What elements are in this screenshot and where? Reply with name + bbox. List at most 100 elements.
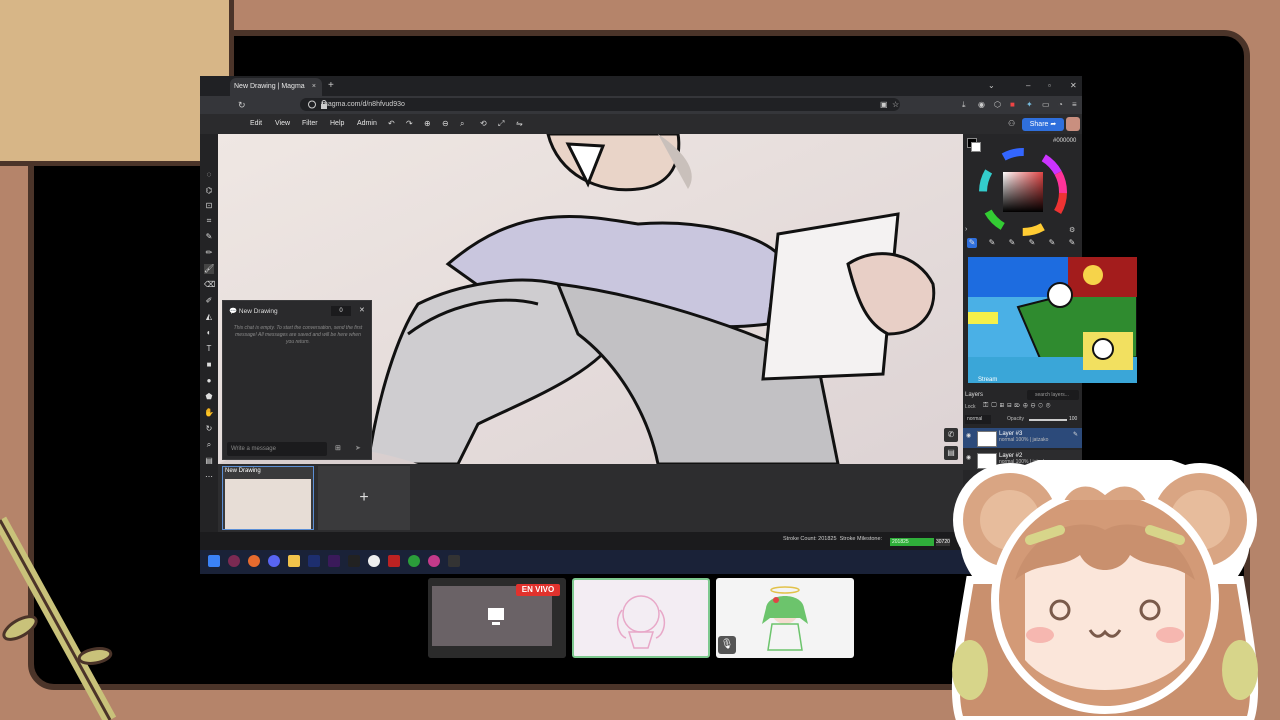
- site-info-icon[interactable]: [308, 100, 316, 109]
- layers-search-input[interactable]: search layers...: [1027, 390, 1079, 400]
- firefox-icon[interactable]: [248, 555, 260, 567]
- ellipse-icon[interactable]: ●: [204, 376, 214, 386]
- smudge-icon[interactable]: ✐: [204, 296, 214, 306]
- translate-icon[interactable]: ▣: [880, 96, 888, 114]
- extension-red-icon[interactable]: ■: [1010, 96, 1015, 114]
- brush-preset-3[interactable]: ✎: [1007, 238, 1017, 248]
- brush-preset-4[interactable]: ✎: [1027, 238, 1037, 248]
- close-chat-icon[interactable]: ✕: [359, 306, 365, 314]
- eraser-icon[interactable]: ⌫: [204, 280, 215, 290]
- fullscreen-icon[interactable]: ⤢: [498, 114, 504, 134]
- extension-blue-icon[interactable]: ✦: [1026, 96, 1033, 114]
- expand-icon[interactable]: ›: [965, 226, 967, 233]
- tab-search-icon[interactable]: ⌄: [988, 78, 995, 94]
- brush-preset-2[interactable]: ✎: [987, 238, 997, 248]
- color-wheel[interactable]: [979, 148, 1067, 236]
- browser-tab[interactable]: New Drawing | Magma ×: [230, 78, 322, 96]
- add-user-icon[interactable]: ⚇: [1008, 114, 1015, 134]
- photoshop-icon[interactable]: [308, 555, 320, 567]
- eyedropper-icon[interactable]: ✎: [204, 232, 214, 242]
- crop-icon[interactable]: ⌗: [204, 216, 214, 226]
- zoom-fit-icon[interactable]: ⌕: [460, 114, 464, 134]
- chat-count-badge: 0: [331, 306, 351, 316]
- layer-tools[interactable]: ⚿▢⊞⊟⌦⊕⊖⊙⊚: [983, 402, 1053, 410]
- chat-icon[interactable]: ▤: [204, 456, 214, 466]
- blend-mode-select[interactable]: normal: [965, 415, 991, 424]
- opacity-value[interactable]: 100: [1069, 416, 1077, 422]
- brush-preset-5[interactable]: ✎: [1047, 238, 1057, 248]
- account-icon[interactable]: ◉: [978, 96, 985, 114]
- hand-icon[interactable]: ✋: [204, 408, 214, 418]
- extensions-icon[interactable]: ⬡: [994, 96, 1001, 114]
- select-icon[interactable]: ⌬: [204, 186, 214, 196]
- color-settings-icon[interactable]: ⚙: [1069, 226, 1075, 234]
- visibility-eye-icon[interactable]: ◉: [966, 432, 971, 439]
- lock-label: Lock: [965, 404, 976, 410]
- phone-icon[interactable]: ✆: [944, 428, 958, 442]
- zoom-icon[interactable]: ⌕: [204, 440, 214, 450]
- spotify-icon[interactable]: [408, 555, 420, 567]
- brush-icon[interactable]: 🖌: [204, 264, 214, 274]
- fill-icon[interactable]: ◭: [204, 312, 214, 322]
- rotate-left-icon[interactable]: ⟲: [480, 114, 487, 134]
- lasso-icon[interactable]: ◌: [204, 170, 214, 180]
- brush-preset-1[interactable]: ✎: [967, 238, 977, 248]
- send-icon[interactable]: ➤: [355, 444, 361, 452]
- menu-help[interactable]: Help: [330, 114, 344, 134]
- discord-icon[interactable]: [268, 555, 280, 567]
- transform-icon[interactable]: ⊡: [204, 201, 214, 211]
- browser-menu-icon[interactable]: ≡: [1072, 96, 1077, 114]
- reload-icon[interactable]: ↻: [238, 96, 246, 114]
- rectangle-icon[interactable]: ■: [204, 360, 214, 370]
- bookmark-star-icon[interactable]: ☆: [892, 96, 899, 114]
- menu-filter[interactable]: Filter: [302, 114, 318, 134]
- new-tab-button[interactable]: +: [328, 78, 334, 94]
- muted-mic-icon[interactable]: 🎙: [718, 636, 736, 654]
- add-drawing-button[interactable]: +: [318, 466, 410, 530]
- flip-icon[interactable]: ⇋: [516, 114, 523, 134]
- drawing-thumbnail[interactable]: New Drawing: [222, 466, 314, 530]
- file-explorer-icon[interactable]: [288, 555, 300, 567]
- redo-icon[interactable]: ↷: [406, 114, 413, 134]
- gradient-icon[interactable]: ◐: [204, 328, 214, 338]
- maximize-button[interactable]: ▫: [1048, 78, 1051, 94]
- text-icon[interactable]: T: [204, 344, 214, 354]
- browser-icon[interactable]: [428, 555, 440, 567]
- emoji-icon[interactable]: ⊞: [335, 444, 341, 452]
- download-icon[interactable]: ⤓: [962, 96, 966, 114]
- menu-edit[interactable]: Edit: [250, 114, 262, 134]
- hex-value[interactable]: #000000: [1053, 138, 1076, 144]
- vpn-icon[interactable]: [388, 555, 400, 567]
- layer-row[interactable]: ◉ Layer #3 normal 100% | jatzako ✎: [963, 428, 1082, 448]
- chat-input[interactable]: Write a message: [227, 442, 327, 456]
- more-icon[interactable]: ⋯: [204, 472, 214, 482]
- pencil-icon[interactable]: ✏: [204, 248, 214, 258]
- share-button[interactable]: Share ➦: [1022, 118, 1064, 131]
- profile-icon[interactable]: ◔: [1058, 96, 1063, 114]
- shape-icon[interactable]: ⬟: [204, 392, 214, 402]
- brush-preset-6[interactable]: ✎: [1067, 238, 1077, 248]
- opera-icon[interactable]: [228, 555, 240, 567]
- user-avatar[interactable]: [1066, 117, 1080, 131]
- rotate-icon[interactable]: ↻: [204, 424, 214, 434]
- camera-feed-drawing[interactable]: [572, 578, 710, 658]
- obs-icon[interactable]: [348, 555, 360, 567]
- message-icon[interactable]: ▤: [944, 446, 958, 460]
- opacity-slider[interactable]: [1029, 419, 1067, 421]
- close-tab-icon[interactable]: ×: [312, 78, 316, 96]
- menu-view[interactable]: View: [275, 114, 290, 134]
- close-window-button[interactable]: ✕: [1070, 78, 1077, 94]
- edit-layer-icon[interactable]: ✎: [1073, 431, 1078, 438]
- menu-admin[interactable]: Admin: [357, 114, 377, 134]
- undo-icon[interactable]: ↶: [388, 114, 395, 134]
- windows-start-icon[interactable]: [208, 555, 220, 567]
- zoom-in-icon[interactable]: ⊕: [424, 114, 431, 134]
- camera-feed-avatar[interactable]: [716, 578, 854, 658]
- sidebar-toggle-icon[interactable]: ▭: [1042, 96, 1050, 114]
- address-bar[interactable]: magma.com/d/n8hfvud93o: [300, 98, 900, 111]
- app-icon[interactable]: [368, 555, 380, 567]
- premiere-icon[interactable]: [328, 555, 340, 567]
- terminal-icon[interactable]: [448, 555, 460, 567]
- minimize-button[interactable]: –: [1026, 78, 1030, 94]
- zoom-out-icon[interactable]: ⊖: [442, 114, 449, 134]
